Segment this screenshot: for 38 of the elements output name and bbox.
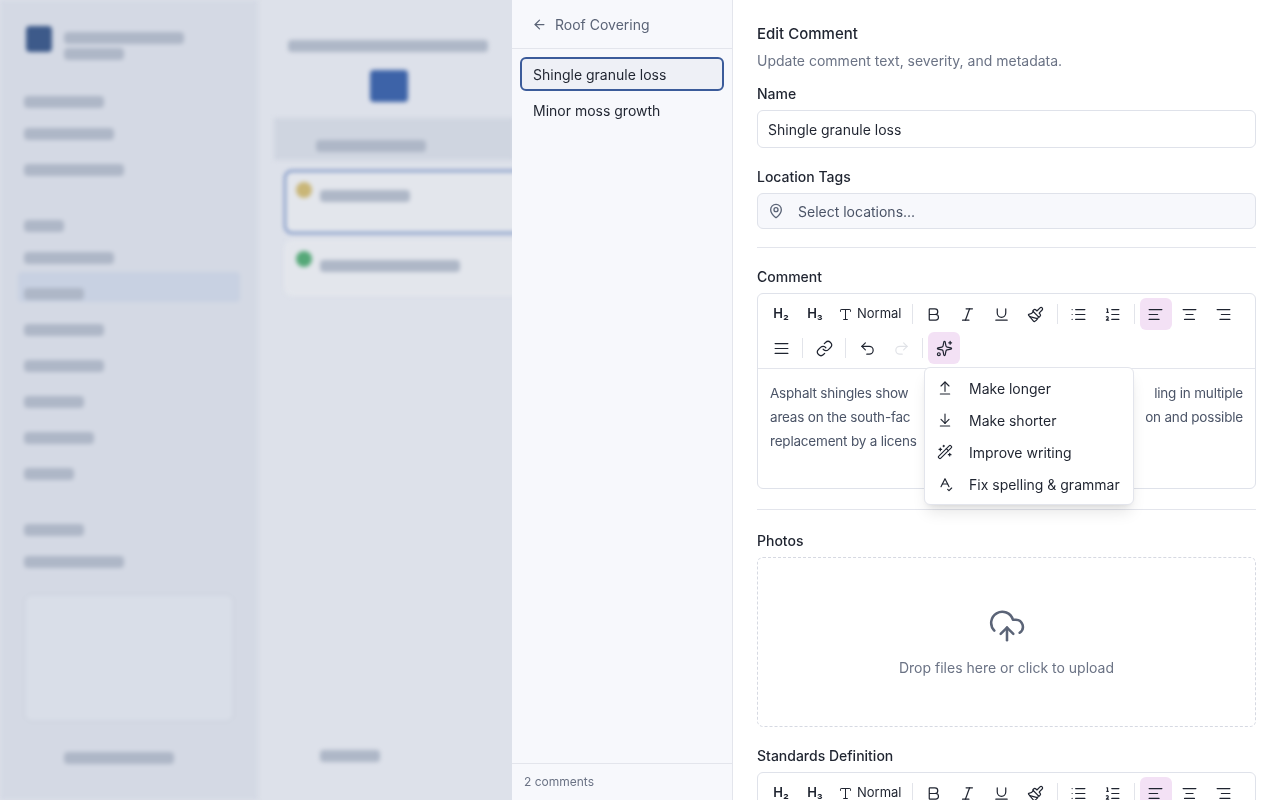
field-label: Photos [757,531,805,551]
heading-button[interactable]: H₃ [798,777,832,800]
comment-list-item[interactable]: Shingle granule loss [520,57,724,91]
comment-list-item[interactable]: Minor moss growth [520,93,724,127]
location-select[interactable]: Select locations... [757,193,1256,229]
field-label: Standards Definition [757,746,895,766]
spell-check-icon [937,476,953,492]
arrow-down-icon [937,412,953,428]
heading-button[interactable]: H₃ [798,298,832,330]
menu-item[interactable]: Improve writing [929,436,1129,468]
back-link[interactable]: Roof Covering [512,0,732,49]
heading-button[interactable]: H₂ [764,777,798,800]
upload-dropzone[interactable]: Drop files here or click to upload [757,557,1256,727]
name-field[interactable]: Shingle granule loss [757,110,1256,148]
text-style-button[interactable]: Normal [832,777,908,800]
comment-text: areas on the south-fac [770,408,911,427]
field-label: Comment [757,267,823,287]
toolbar-button[interactable] [1139,298,1172,330]
comment-text: on and possible [1145,408,1243,427]
comment-text: Asphalt shingles show [770,384,909,403]
comment-text: ling in multiple [1154,384,1243,403]
menu-item[interactable]: Make longer [929,372,1129,404]
toolbar-button[interactable] [1139,777,1172,800]
menu-item[interactable]: Fix spelling & grammar [929,468,1129,500]
field-label: Name [757,84,798,104]
map-pin-icon [768,203,784,219]
form-subtitle: Update comment text, severity, and metadata. [757,51,1064,71]
heading-button[interactable]: H₂ [764,298,798,330]
form-title: Edit Comment [757,24,859,44]
comment-count: 2 comments [524,773,594,791]
toolbar-button[interactable] [928,332,960,364]
magic-wand-icon [937,444,953,460]
text-icon [838,785,853,800]
comment-text: replacement by a licens [770,432,917,451]
field-label: Location Tags [757,167,852,187]
menu-item[interactable]: Make shorter [929,404,1129,436]
text-style-button[interactable]: Normal [832,298,908,330]
text-icon [838,306,853,322]
